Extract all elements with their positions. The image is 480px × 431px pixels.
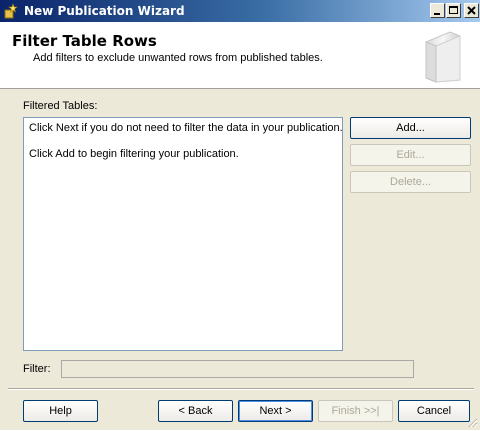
filtered-tables-list[interactable]: Click Next if you do not need to filter …	[23, 117, 343, 351]
list-item: Click Add to begin filtering your public…	[29, 148, 239, 160]
delete-button[interactable]: Delete...	[350, 171, 471, 193]
wizard-icon	[4, 3, 20, 19]
footer-divider	[8, 388, 474, 390]
book-icon	[420, 28, 466, 84]
help-button[interactable]: Help	[23, 400, 98, 422]
back-button[interactable]: < Back	[158, 400, 233, 422]
page-subtitle: Add filters to exclude unwanted rows fro…	[33, 52, 323, 64]
edit-button[interactable]: Edit...	[350, 144, 471, 166]
filter-field[interactable]	[61, 360, 414, 378]
next-button[interactable]: Next >	[238, 400, 313, 422]
resize-grip-icon[interactable]	[466, 416, 478, 428]
list-item: Click Next if you do not need to filter …	[29, 122, 343, 134]
page-title: Filter Table Rows	[12, 32, 157, 50]
add-button[interactable]: Add...	[350, 117, 471, 139]
window-title: New Publication Wizard	[24, 4, 185, 18]
maximize-icon[interactable]	[446, 3, 461, 18]
wizard-window: New Publication Wizard Filter Table Rows…	[0, 0, 480, 430]
minimize-icon[interactable]	[430, 3, 445, 18]
title-bar[interactable]: New Publication Wizard	[0, 0, 480, 22]
filtered-tables-label: Filtered Tables:	[23, 100, 98, 112]
wizard-header: Filter Table Rows Add filters to exclude…	[0, 22, 480, 89]
close-icon[interactable]	[464, 3, 479, 18]
filter-label: Filter:	[23, 363, 51, 375]
cancel-button[interactable]: Cancel	[398, 400, 470, 422]
finish-button[interactable]: Finish >>|	[318, 400, 393, 422]
